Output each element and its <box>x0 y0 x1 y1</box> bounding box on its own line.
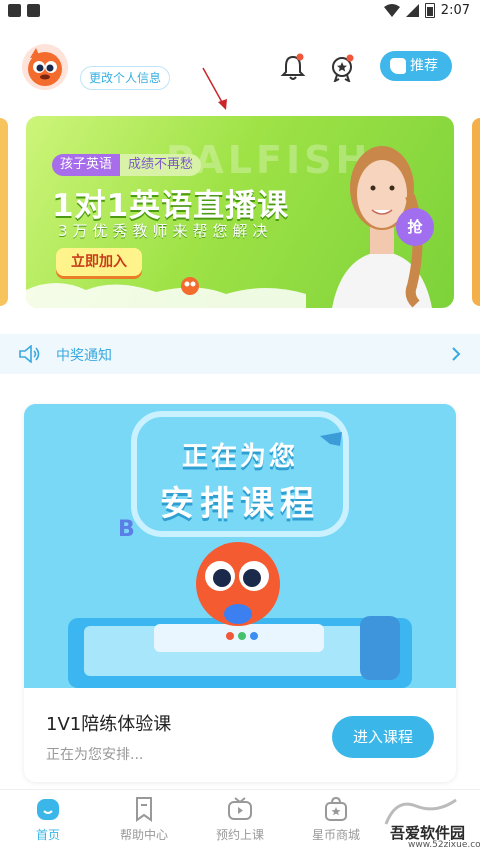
tv-icon <box>228 797 252 820</box>
banner-tag-b: 成绩不再愁 <box>120 154 202 176</box>
avatar[interactable] <box>22 44 68 90</box>
home-icon <box>37 799 59 820</box>
signal-icon <box>405 4 419 17</box>
status-bar: 2:07 <box>0 0 480 24</box>
banner-subtitle: 3万优秀教师来帮您解决 <box>58 222 273 240</box>
recommend-label: 推荐 <box>410 58 438 74</box>
status-time: 2:07 <box>440 3 470 18</box>
notification-icons <box>8 4 40 17</box>
notification-icon <box>27 4 40 17</box>
mascot-small-icon <box>181 277 199 295</box>
course-card[interactable]: B 正在为您 安排课程 1V1陪练体验课 正在为您安排... 进入课程 <box>24 404 456 782</box>
banner-tag-a: 孩子英语 <box>52 154 121 176</box>
course-name: 1V1陪练体验课 <box>46 714 172 735</box>
star-bag-icon <box>325 796 347 821</box>
enter-course-button[interactable]: 进入课程 <box>332 716 434 758</box>
tab-book-class-label: 预约上课 <box>215 828 264 842</box>
speaker-icon <box>19 345 40 363</box>
fish-mascot-icon <box>28 48 62 86</box>
notification-icon <box>8 4 21 17</box>
chevron-right-icon <box>452 347 461 361</box>
medal-icon[interactable] <box>329 52 355 82</box>
cloud-decoration <box>26 277 306 308</box>
thumbs-up-icon <box>390 58 406 74</box>
tab-star-shop[interactable]: 星币商城 <box>288 796 384 854</box>
tab-star-shop-label: 星币商城 <box>311 828 360 842</box>
annotation-arrow-icon <box>202 67 227 110</box>
banner-tag: 孩子英语 成绩不再愁 <box>52 154 202 176</box>
course-image-line1: 正在为您 <box>181 442 298 472</box>
tab-home-label: 首页 <box>35 828 60 842</box>
banner-next-peek[interactable] <box>472 118 480 306</box>
course-illustration: B 正在为您 安排课程 <box>24 404 456 688</box>
tab-book-class[interactable]: 预约上课 <box>192 796 288 854</box>
wifi-icon <box>383 4 400 17</box>
banner-title: 1对1英语直播课 <box>52 188 290 224</box>
watermark-url: www.52zixue.com <box>408 840 480 850</box>
notice-bar[interactable]: 中奖通知 <box>0 334 480 374</box>
bookmark-icon <box>136 797 152 822</box>
edit-profile-link[interactable]: 更改个人信息 <box>80 66 171 90</box>
grab-badge: 抢 <box>396 208 434 246</box>
course-status: 正在为您安排... <box>46 747 144 763</box>
bell-icon[interactable] <box>280 52 306 82</box>
tab-help-center[interactable]: 帮助中心 <box>96 796 192 854</box>
notice-text: 中奖通知 <box>56 348 112 364</box>
tab-help-center-label: 帮助中心 <box>119 828 168 842</box>
battery-icon <box>424 3 435 18</box>
header: 更改个人信息 推荐 <box>0 24 480 110</box>
site-watermark: 吾爱软件园 www.52zixue.com <box>376 796 480 852</box>
status-right: 2:07 <box>383 3 470 18</box>
banner-prev-peek[interactable] <box>0 118 8 306</box>
recommend-button[interactable]: 推荐 <box>380 51 452 81</box>
course-image-line2: 安排课程 <box>160 484 320 524</box>
promo-banner[interactable]: PALFISH 孩子英语 成绩不再愁 1对1英语直播课 3万优秀教师来帮您解决 … <box>26 116 454 308</box>
tab-home[interactable]: 首页 <box>0 796 96 854</box>
